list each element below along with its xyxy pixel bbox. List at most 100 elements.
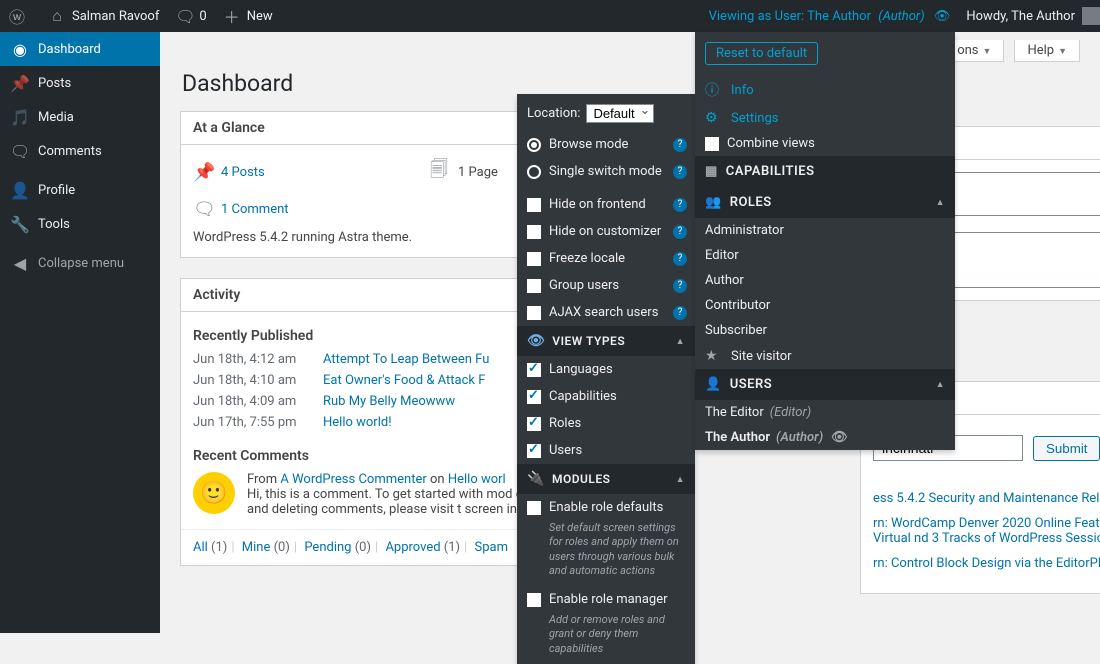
menu-media[interactable]: 🎵Media — [0, 100, 160, 134]
role-item[interactable]: Subscriber — [695, 318, 955, 343]
view-types-label: VIEW TYPES — [552, 334, 625, 348]
feed-link[interactable]: rn: WordCamp Denver 2020 Online Features… — [873, 516, 1100, 546]
pub-title-link[interactable]: Attempt To Leap Between Fu — [323, 352, 489, 367]
howdy-label: Howdy, The Author — [966, 9, 1075, 24]
users-section[interactable]: 👤USERS▲ — [695, 369, 955, 400]
rc-on: on — [430, 472, 445, 487]
feed-link[interactable]: rn: Control Block Design via the EditorP… — [873, 556, 1100, 571]
checkbox-icon — [527, 363, 541, 377]
rc-author-link[interactable]: A WordPress Commenter — [280, 472, 426, 487]
menu-posts[interactable]: 📌Posts — [0, 66, 160, 100]
menu-comments-label: Comments — [38, 144, 102, 159]
grid-icon: ▦ — [705, 164, 718, 179]
view-types-section[interactable]: 👁VIEW TYPES▲ — [517, 326, 695, 356]
wrench-icon: 🔧 — [10, 215, 30, 234]
viewing-as[interactable]: Viewing as User: The Author (Author) 👁 — [701, 9, 959, 24]
group-users-option[interactable]: Group users? — [517, 272, 695, 299]
menu-tools[interactable]: 🔧Tools — [0, 207, 160, 241]
menu-dashboard[interactable]: ◉Dashboard — [0, 32, 160, 66]
help-icon[interactable]: ? — [673, 306, 687, 320]
glance-posts[interactable]: 📌4 Posts — [193, 157, 430, 187]
filter-all[interactable]: All — [193, 540, 208, 555]
wp-logo[interactable]: ⓦ — [0, 0, 40, 32]
help-icon[interactable]: ? — [673, 225, 687, 239]
pub-title-link[interactable]: Hello world! — [323, 415, 392, 430]
freeze-locale-option[interactable]: Freeze locale? — [517, 245, 695, 272]
user-item[interactable]: The Author(Author)👁 — [695, 425, 955, 450]
role-item[interactable]: Contributor — [695, 293, 955, 318]
pub-title-link[interactable]: Rub My Belly Meowww — [323, 394, 455, 409]
pub-title-link[interactable]: Eat Owner's Food & Attack F — [323, 373, 485, 388]
help-icon[interactable]: ? — [673, 165, 687, 179]
rc-post-link[interactable]: Hello worl — [448, 472, 506, 487]
enable-role-defaults[interactable]: Enable role defaults — [517, 494, 695, 521]
vt-roles[interactable]: Roles — [517, 410, 695, 437]
single-switch-option[interactable]: Single switch mode? — [517, 158, 695, 185]
enable-role-manager[interactable]: Enable role manager — [517, 586, 695, 613]
chevron-down-icon: ▼ — [983, 47, 992, 57]
menu-dashboard-label: Dashboard — [38, 42, 101, 57]
role-item[interactable]: Administrator — [695, 218, 955, 243]
checkbox-icon — [527, 198, 541, 212]
help-tab[interactable]: Help▼ — [1014, 40, 1080, 62]
rc-from: From — [247, 472, 277, 487]
glance-posts-link[interactable]: 4 Posts — [221, 165, 265, 180]
help-icon[interactable]: ? — [673, 138, 687, 152]
vt-users[interactable]: Users — [517, 437, 695, 464]
reset-button[interactable]: Reset to default — [705, 42, 818, 65]
new-content[interactable]: ＋New — [215, 0, 281, 32]
browse-mode-option[interactable]: Browse mode? — [517, 131, 695, 158]
help-icon[interactable]: ? — [673, 252, 687, 266]
ajax-search-option[interactable]: AJAX search users? — [517, 299, 695, 326]
radio-icon — [527, 165, 541, 179]
filter-approved[interactable]: Approved — [385, 540, 440, 555]
hide-customizer-label: Hide on customizer — [549, 224, 661, 239]
menu-collapse[interactable]: ◀Collapse menu — [0, 246, 160, 280]
hide-frontend-option[interactable]: Hide on frontend? — [517, 191, 695, 218]
combine-views[interactable]: Combine views — [695, 131, 955, 156]
erm-label: Enable role manager — [549, 592, 668, 607]
info-link[interactable]: ⓘInfo — [695, 75, 955, 105]
help-icon[interactable]: ? — [673, 198, 687, 212]
pub-date: Jun 18th, 4:09 am — [193, 394, 323, 409]
menu-posts-label: Posts — [38, 76, 71, 91]
site-name[interactable]: ⌂Salman Ravoof — [40, 0, 167, 32]
plugin-icon: 🔌 — [527, 471, 545, 487]
menu-comments[interactable]: 🗨Comments — [0, 134, 160, 168]
user-item[interactable]: The Editor(Editor) — [695, 400, 955, 425]
filter-pending[interactable]: Pending — [304, 540, 351, 555]
chevron-up-icon: ▲ — [676, 336, 685, 347]
checkbox-icon — [527, 279, 541, 293]
viewing-role: (Author) — [878, 9, 924, 24]
wordpress-icon: ⓦ — [8, 4, 26, 28]
pub-date: Jun 17th, 7:55 pm — [193, 415, 323, 430]
capabilities-section[interactable]: ▦CAPABILITIES — [695, 156, 955, 187]
my-account[interactable]: Howdy, The Author — [958, 7, 1100, 25]
role-item[interactable]: Editor — [695, 243, 955, 268]
chevron-up-icon: ▲ — [676, 474, 685, 485]
hide-customizer-option[interactable]: Hide on customizer? — [517, 218, 695, 245]
feed-link[interactable]: ess 5.4.2 Security and Maintenance Relea… — [873, 491, 1100, 506]
modules-section[interactable]: 🔌MODULES▲ — [517, 464, 695, 494]
glance-comments-link[interactable]: 1 Comment — [221, 202, 289, 217]
role-item[interactable]: Author — [695, 268, 955, 293]
collapse-icon: ◀ — [10, 254, 30, 273]
ajax-search-label: AJAX search users — [549, 305, 658, 320]
viewing-prefix: Viewing as User: — [709, 9, 805, 24]
chevron-down-icon: ▼ — [1058, 47, 1067, 57]
roles-section[interactable]: 👥ROLES▲ — [695, 187, 955, 218]
settings-link[interactable]: ⚙Settings — [695, 105, 955, 131]
site-visitor[interactable]: ★Site visitor — [695, 343, 955, 369]
checkbox-icon — [527, 417, 541, 431]
submit-button[interactable]: Submit — [1033, 436, 1100, 461]
filter-mine[interactable]: Mine — [242, 540, 271, 555]
comments-bubble[interactable]: 🗨0 — [167, 0, 214, 32]
vt-capabilities[interactable]: Capabilities — [517, 383, 695, 410]
vt-languages[interactable]: Languages — [517, 356, 695, 383]
filter-approved-count: (1) — [444, 540, 460, 555]
help-icon[interactable]: ? — [673, 279, 687, 293]
menu-profile[interactable]: 👤Profile — [0, 173, 160, 207]
filter-spam[interactable]: Spam — [475, 540, 509, 555]
location-select[interactable]: Default — [586, 104, 654, 123]
menu-profile-label: Profile — [38, 183, 75, 198]
